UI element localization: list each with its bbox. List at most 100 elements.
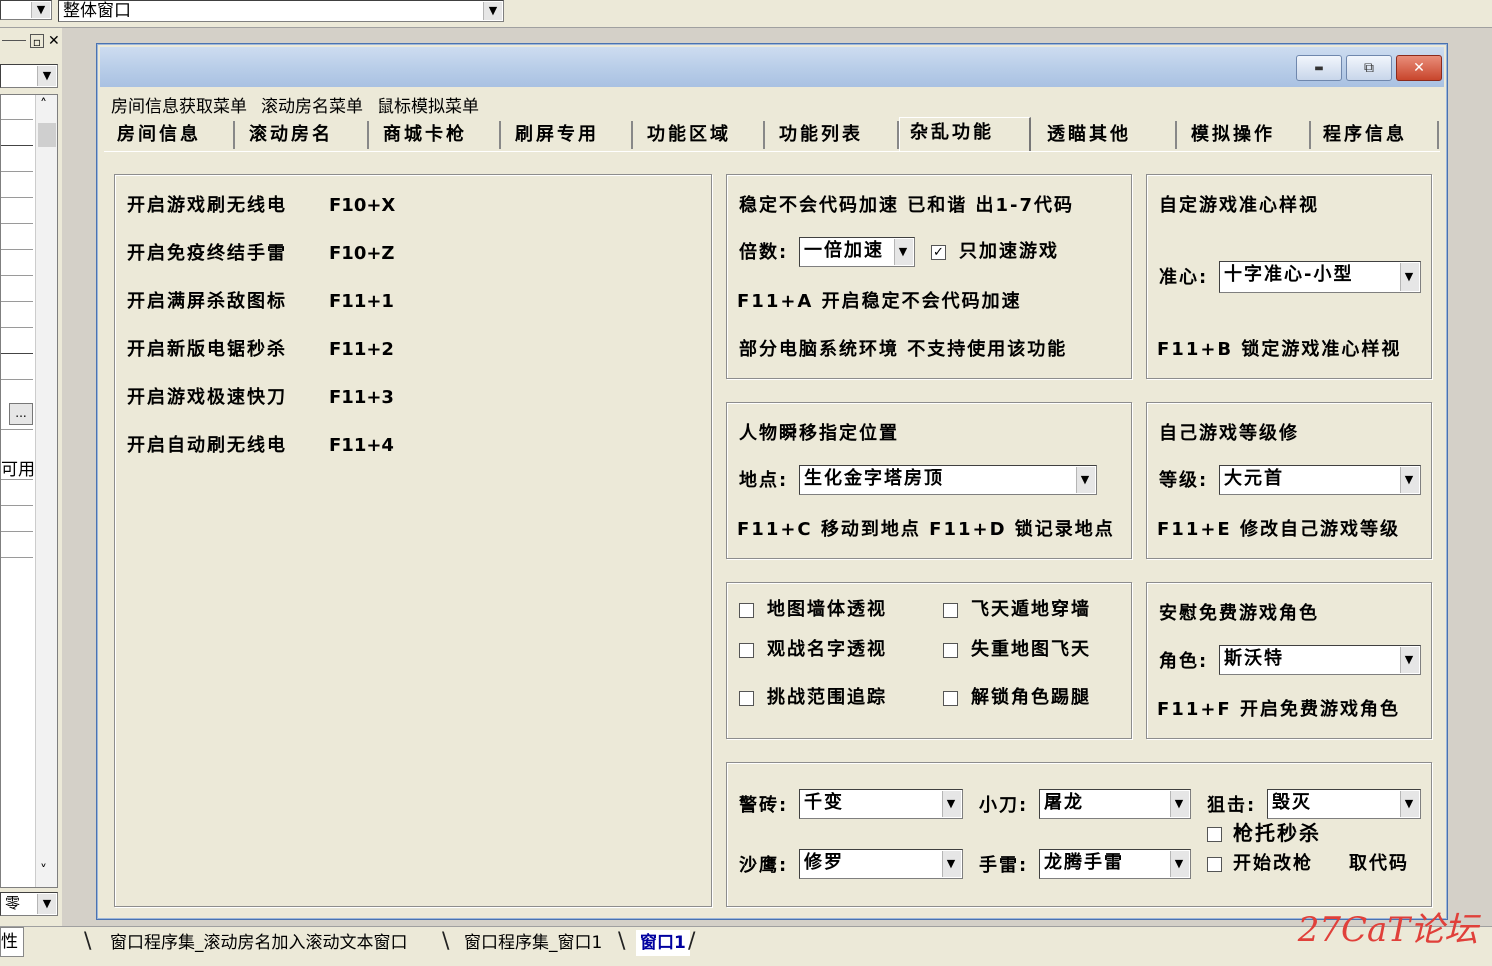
unlock-kick-checkbox[interactable] <box>943 691 958 706</box>
zero-gravity-checkbox[interactable] <box>943 643 958 658</box>
start-mod-checkbox[interactable] <box>1207 857 1222 872</box>
hotkey-label-6: 开启自动刷无线电 <box>127 435 287 456</box>
tab-simulate-ops[interactable]: 模拟操作 <box>1181 121 1311 149</box>
chevron-down-icon: ▼ <box>37 66 56 86</box>
restore-button[interactable]: ⧉ <box>1346 55 1392 81</box>
divider <box>1 429 33 430</box>
speed-group-title: 稳定不会代码加速 已和谐 出1-7代码 <box>739 195 1075 216</box>
object-selector-combo[interactable]: 整体窗口 ▼ <box>58 0 504 22</box>
minimize-button[interactable]: ▬ <box>1296 55 1342 81</box>
location-value: 生化金字塔房顶 <box>804 468 944 489</box>
chevron-up-icon[interactable]: ˄ <box>40 97 47 113</box>
get-code-label[interactable]: 取代码 <box>1349 853 1409 875</box>
location-select[interactable]: 生化金字塔房顶 ▼ <box>799 465 1097 495</box>
tab-room-info[interactable]: 房间信息 <box>107 121 235 149</box>
chevron-down-icon[interactable]: ˅ <box>40 863 47 879</box>
menu-room-info[interactable]: 房间信息获取菜单 <box>111 97 247 117</box>
bottom-tab-scroll-window[interactable]: 窗口程序集_滚动房名加入滚动文本窗口 <box>110 930 408 956</box>
role-select[interactable]: 斯沃特 ▼ <box>1219 645 1421 675</box>
tab-function-area[interactable]: 功能区域 <box>637 121 765 149</box>
divider <box>1 275 33 276</box>
role-label: 角色: <box>1159 651 1209 672</box>
divider <box>1 505 33 506</box>
scrollbar-thumb[interactable] <box>38 123 56 147</box>
divider <box>1 171 33 172</box>
minimize-icon: ▬ <box>1314 62 1324 74</box>
left-top-combo[interactable]: ▼ <box>0 0 52 20</box>
menu-bar: 房间信息获取菜单 滚动房名菜单 鼠标模拟菜单 <box>111 92 493 117</box>
menu-mouse-sim[interactable]: 鼠标模拟菜单 <box>377 97 479 117</box>
brick-value: 千变 <box>804 792 844 813</box>
tab-strip: 房间信息 滚动房名 商城卡枪 刷屏专用 功能区域 功能列表 杂乱功能 透瞄其他 … <box>103 117 1439 151</box>
close-button[interactable]: ✕ <box>1396 55 1442 81</box>
close-icon[interactable]: ✕ <box>48 33 62 49</box>
butt-kill-label: 枪托秒杀 <box>1233 821 1321 845</box>
level-group: 自己游戏等级修 等级: 大元首 ▼ F11+E 修改自己游戏等级 <box>1146 402 1432 559</box>
tab-screen-flush[interactable]: 刷屏专用 <box>505 121 633 149</box>
hotkey-label-3: 开启满屏杀敌图标 <box>127 291 287 312</box>
crosshair-label: 准心: <box>1159 267 1209 288</box>
close-icon: ✕ <box>1413 60 1425 76</box>
crosshair-value: 十字准心-小型 <box>1224 264 1354 285</box>
unlock-kick-label: 解锁角色踢腿 <box>971 687 1091 708</box>
sand-select[interactable]: 修罗 ▼ <box>799 849 963 879</box>
sniper-select[interactable]: 毁灭 ▼ <box>1267 789 1421 819</box>
ellipsis-button[interactable]: ... <box>9 403 33 425</box>
crosshair-select[interactable]: 十字准心-小型 ▼ <box>1219 261 1421 293</box>
role-group: 安慰免费游戏角色 角色: 斯沃特 ▼ F11+F 开启免费游戏角色 <box>1146 582 1432 739</box>
main-window: ▬ ⧉ ✕ 房间信息获取菜单 滚动房名菜单 鼠标模拟菜单 房间信息 滚动房名 商城卡… <box>96 43 1448 920</box>
tab-scroll-name[interactable]: 滚动房名 <box>239 121 369 149</box>
wall-esp-checkbox[interactable] <box>739 603 754 618</box>
title-bar[interactable]: ▬ ⧉ ✕ <box>100 47 1444 87</box>
bottom-tab-window1-code[interactable]: 窗口程序集_窗口1 <box>464 930 602 956</box>
chevron-down-icon: ▼ <box>1170 791 1189 817</box>
tab-mall-gun[interactable]: 商城卡枪 <box>373 121 501 149</box>
brick-select[interactable]: 千变 ▼ <box>799 789 963 819</box>
tab-page-border <box>104 151 1440 152</box>
butt-kill-checkbox[interactable] <box>1207 827 1222 842</box>
chevron-down-icon: ▼ <box>942 851 961 877</box>
bottom-tab-window1[interactable]: 窗口1 <box>636 930 690 956</box>
grenade-select[interactable]: 龙腾手雷 ▼ <box>1039 849 1191 879</box>
sand-value: 修罗 <box>804 852 844 873</box>
hotkey-group: 开启游戏刷无线电 F10+X 开启免疫终结手雷 F10+Z 开启满屏杀敌图标 F… <box>114 174 712 907</box>
only-game-checkbox[interactable]: ✓ <box>931 245 946 260</box>
divider <box>1 119 33 120</box>
chevron-down-icon: ▼ <box>1170 851 1189 877</box>
property-tab[interactable]: 性 <box>0 927 24 957</box>
chevron-down-icon: ▼ <box>37 894 56 914</box>
scrollbar[interactable]: ˄ ˅ <box>35 95 57 887</box>
level-select[interactable]: 大元首 ▼ <box>1219 465 1421 495</box>
property-list[interactable]: ˄ ˅ ... 可用 <box>0 94 58 888</box>
hotkey-value-6: F11+4 <box>329 435 394 456</box>
divider <box>1 353 33 354</box>
spectator-esp-checkbox[interactable] <box>739 643 754 658</box>
multiplier-select[interactable]: 一倍加速 ▼ <box>799 237 915 267</box>
multiplier-value: 一倍加速 <box>804 240 884 261</box>
tab-esp-other[interactable]: 透瞄其他 <box>1037 121 1177 149</box>
restore-icon[interactable]: ▫ <box>30 34 44 49</box>
knife-value: 屠龙 <box>1044 792 1084 813</box>
panel-bottom-combo[interactable]: 零 ▼ <box>0 892 58 916</box>
divider <box>1 301 33 302</box>
wall-esp-label: 地图墙体透视 <box>767 599 887 620</box>
divider <box>1 557 33 558</box>
chevron-down-icon: ▼ <box>1400 647 1419 673</box>
tab-misc-functions[interactable]: 杂乱功能 <box>899 117 1031 151</box>
knife-select[interactable]: 屠龙 ▼ <box>1039 789 1191 819</box>
divider <box>2 40 26 41</box>
crosshair-hotkey-line: F11+B 锁定游戏准心样视 <box>1157 339 1402 360</box>
range-tracking-checkbox[interactable] <box>739 691 754 706</box>
weapon-group: 警砖: 千变 ▼ 小刀: 屠龙 ▼ 狙击: 毁灭 ▼ 枪托秒杀 沙鹰: 修罗 ▼… <box>726 762 1432 907</box>
speed-hack-group: 稳定不会代码加速 已和谐 出1-7代码 倍数: 一倍加速 ▼ ✓ 只加速游戏 F… <box>726 174 1132 379</box>
teleport-group-title: 人物瞬移指定位置 <box>739 423 899 444</box>
noclip-checkbox[interactable] <box>943 603 958 618</box>
menu-scroll-name[interactable]: 滚动房名菜单 <box>261 97 363 117</box>
tab-function-list[interactable]: 功能列表 <box>769 121 899 149</box>
designer-tab-bar: 性 \ 窗口程序集_滚动房名加入滚动文本窗口 \ 窗口程序集_窗口1 \ 窗口1… <box>0 926 1492 966</box>
panel-object-combo[interactable]: ▼ <box>0 64 58 88</box>
panel-bottom-combo-value: 零 <box>5 894 21 912</box>
tab-program-info[interactable]: 程序信息 <box>1313 121 1439 149</box>
level-value: 大元首 <box>1224 468 1284 489</box>
chevron-down-icon: ▼ <box>942 791 961 817</box>
